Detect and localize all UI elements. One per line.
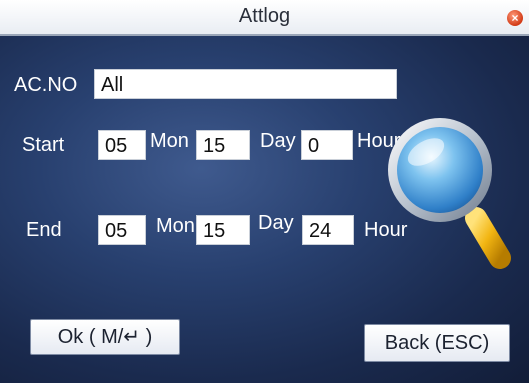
end-day-input[interactable]: 15: [196, 215, 250, 245]
acno-label: AC.NO: [14, 74, 78, 96]
window-title: Attlog: [238, 5, 291, 27]
ok-button[interactable]: Ok ( M/↵ ): [30, 319, 180, 355]
start-hour-input[interactable]: 0: [301, 130, 353, 160]
start-day-input[interactable]: 15: [196, 130, 250, 160]
start-day-label: Day: [260, 130, 296, 152]
title-bar: Attlog ×: [0, 0, 529, 36]
acno-input[interactable]: All: [94, 69, 397, 99]
start-mon-label: Mon: [150, 130, 189, 152]
end-day-label: Day: [258, 212, 294, 234]
close-icon[interactable]: ×: [507, 10, 523, 26]
end-mon-label: Mon: [156, 215, 195, 237]
back-button[interactable]: Back (ESC): [364, 324, 510, 362]
attlog-screen: Attlog × AC.NO All Start 05 Mon 15 Day 0…: [0, 0, 529, 383]
end-label: End: [26, 219, 62, 241]
start-mon-input[interactable]: 05: [98, 130, 146, 160]
end-hour-input[interactable]: 24: [302, 215, 354, 245]
magnifier-icon: [384, 112, 514, 282]
start-label: Start: [22, 134, 65, 156]
end-mon-input[interactable]: 05: [98, 215, 146, 245]
